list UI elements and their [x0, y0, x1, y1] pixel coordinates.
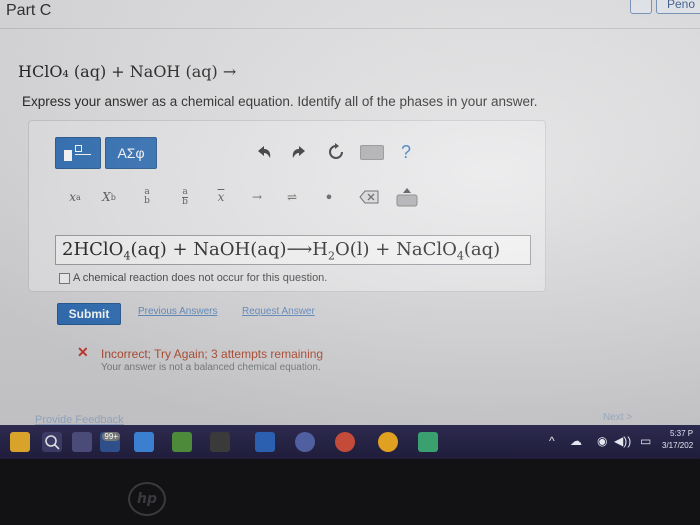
- answer-token: O(l) + NaClO: [335, 239, 457, 260]
- toolbar-row-chem: xa Xb ab ab x → ⇌ •: [55, 181, 525, 215]
- cloud-icon[interactable]: ☁: [570, 434, 582, 448]
- answer-token: 4: [456, 249, 464, 263]
- redo-icon[interactable]: [288, 141, 310, 163]
- no-reaction-label: A chemical reaction does not occur for t…: [73, 272, 328, 284]
- part-label: Part C: [6, 2, 52, 19]
- app-icon-1[interactable]: [134, 432, 154, 452]
- browser-viewport: Part C Peno HClO₄ (aq) + NaOH (aq) → Exp…: [0, 0, 700, 428]
- settings-gear-icon[interactable]: [295, 432, 315, 452]
- overline-tool[interactable]: x: [209, 185, 233, 209]
- answer-input[interactable]: 2HClO4(aq) + NaOH(aq)⟶H2O(l) + NaClO4(aq…: [55, 235, 531, 265]
- feedback-title: Incorrect; Try Again; 3 attempts remaini…: [101, 347, 324, 361]
- laptop-bezel: [0, 459, 700, 525]
- no-reaction-checkbox[interactable]: [59, 272, 70, 284]
- hp-logo: hp: [128, 482, 166, 516]
- chevron-up-icon[interactable]: ^: [549, 434, 555, 448]
- charge-tool[interactable]: ab: [135, 185, 159, 209]
- answer-token: (aq) + NaOH(aq)⟶H: [130, 239, 328, 260]
- request-answer-link[interactable]: Request Answer: [242, 306, 315, 317]
- task-view-icon[interactable]: [72, 432, 92, 452]
- submit-button[interactable]: Submit: [57, 303, 121, 325]
- word-icon[interactable]: [255, 432, 275, 452]
- start-widget-icon[interactable]: [10, 432, 30, 452]
- instruction-text: Express your answer as a chemical equati…: [22, 94, 538, 109]
- subscript-tool[interactable]: Xb: [97, 185, 121, 209]
- search-icon[interactable]: [42, 432, 62, 452]
- volume-icon[interactable]: ◀)): [614, 434, 631, 448]
- templates-button[interactable]: [55, 137, 101, 169]
- dot-tool[interactable]: •: [317, 185, 341, 209]
- notification-badge: 99+: [102, 432, 120, 441]
- taskbar: 99+ ^ ☁ ◉ ◀)) ▭ 5:37 P 3/17/202: [0, 425, 700, 459]
- symbols-button[interactable]: ΑΣφ: [105, 137, 157, 169]
- equilibrium-tool[interactable]: ⇌: [280, 185, 304, 209]
- top-right-buttons: Peno: [629, 0, 700, 14]
- next-link[interactable]: Next >: [603, 412, 632, 423]
- keyboard-icon[interactable]: [360, 141, 384, 163]
- fraction-tool[interactable]: ab: [173, 185, 197, 209]
- incorrect-icon: ✕: [77, 344, 89, 360]
- previous-answers-link[interactable]: Previous Answers: [138, 306, 217, 317]
- undo-icon[interactable]: [253, 141, 275, 163]
- answer-token: 2: [328, 249, 335, 263]
- no-reaction-option[interactable]: A chemical reaction does not occur for t…: [59, 272, 327, 284]
- answer-panel: ΑΣφ ? xa Xb ab ab x → ⇌ • 2HClO4(aq) + N…: [28, 120, 546, 292]
- badge-app-icon[interactable]: 99+: [100, 432, 120, 452]
- answer-token: (aq): [463, 239, 501, 260]
- top-button-1[interactable]: [629, 0, 652, 14]
- part-header: Part C Peno: [0, 0, 700, 29]
- feedback-detail: Your answer is not a balanced chemical e…: [101, 362, 321, 373]
- keyboard-toggle-icon[interactable]: [395, 185, 419, 209]
- superscript-tool[interactable]: xa: [63, 185, 87, 209]
- battery-icon[interactable]: ▭: [640, 434, 651, 448]
- template-superscript-icon: [75, 145, 82, 152]
- clock-date: 3/17/202: [662, 441, 694, 450]
- app-icon-5[interactable]: [418, 432, 438, 452]
- arrow-tool[interactable]: →: [245, 185, 269, 209]
- taskbar-clock[interactable]: 5:37 P 3/17/202: [662, 428, 693, 452]
- app-icon-3[interactable]: [210, 432, 230, 452]
- question-equation: HClO₄ (aq) + NaOH (aq) →: [18, 62, 237, 81]
- toolbar-row-main: ΑΣφ ?: [55, 137, 525, 169]
- top-button-2[interactable]: Peno: [655, 0, 700, 14]
- app-icon-4[interactable]: [335, 432, 355, 452]
- template-block-icon: [64, 150, 72, 161]
- chrome-icon[interactable]: [378, 432, 398, 452]
- reset-icon[interactable]: [325, 141, 347, 163]
- delete-icon[interactable]: [357, 185, 381, 209]
- app-icon-2[interactable]: [172, 432, 192, 452]
- wifi-icon[interactable]: ◉: [597, 434, 607, 448]
- help-icon[interactable]: ?: [395, 141, 417, 163]
- template-line-icon: [75, 154, 91, 155]
- answer-token: 2HClO: [62, 239, 124, 260]
- keyboard-body: [360, 144, 384, 160]
- clock-time: 5:37 P: [670, 429, 694, 438]
